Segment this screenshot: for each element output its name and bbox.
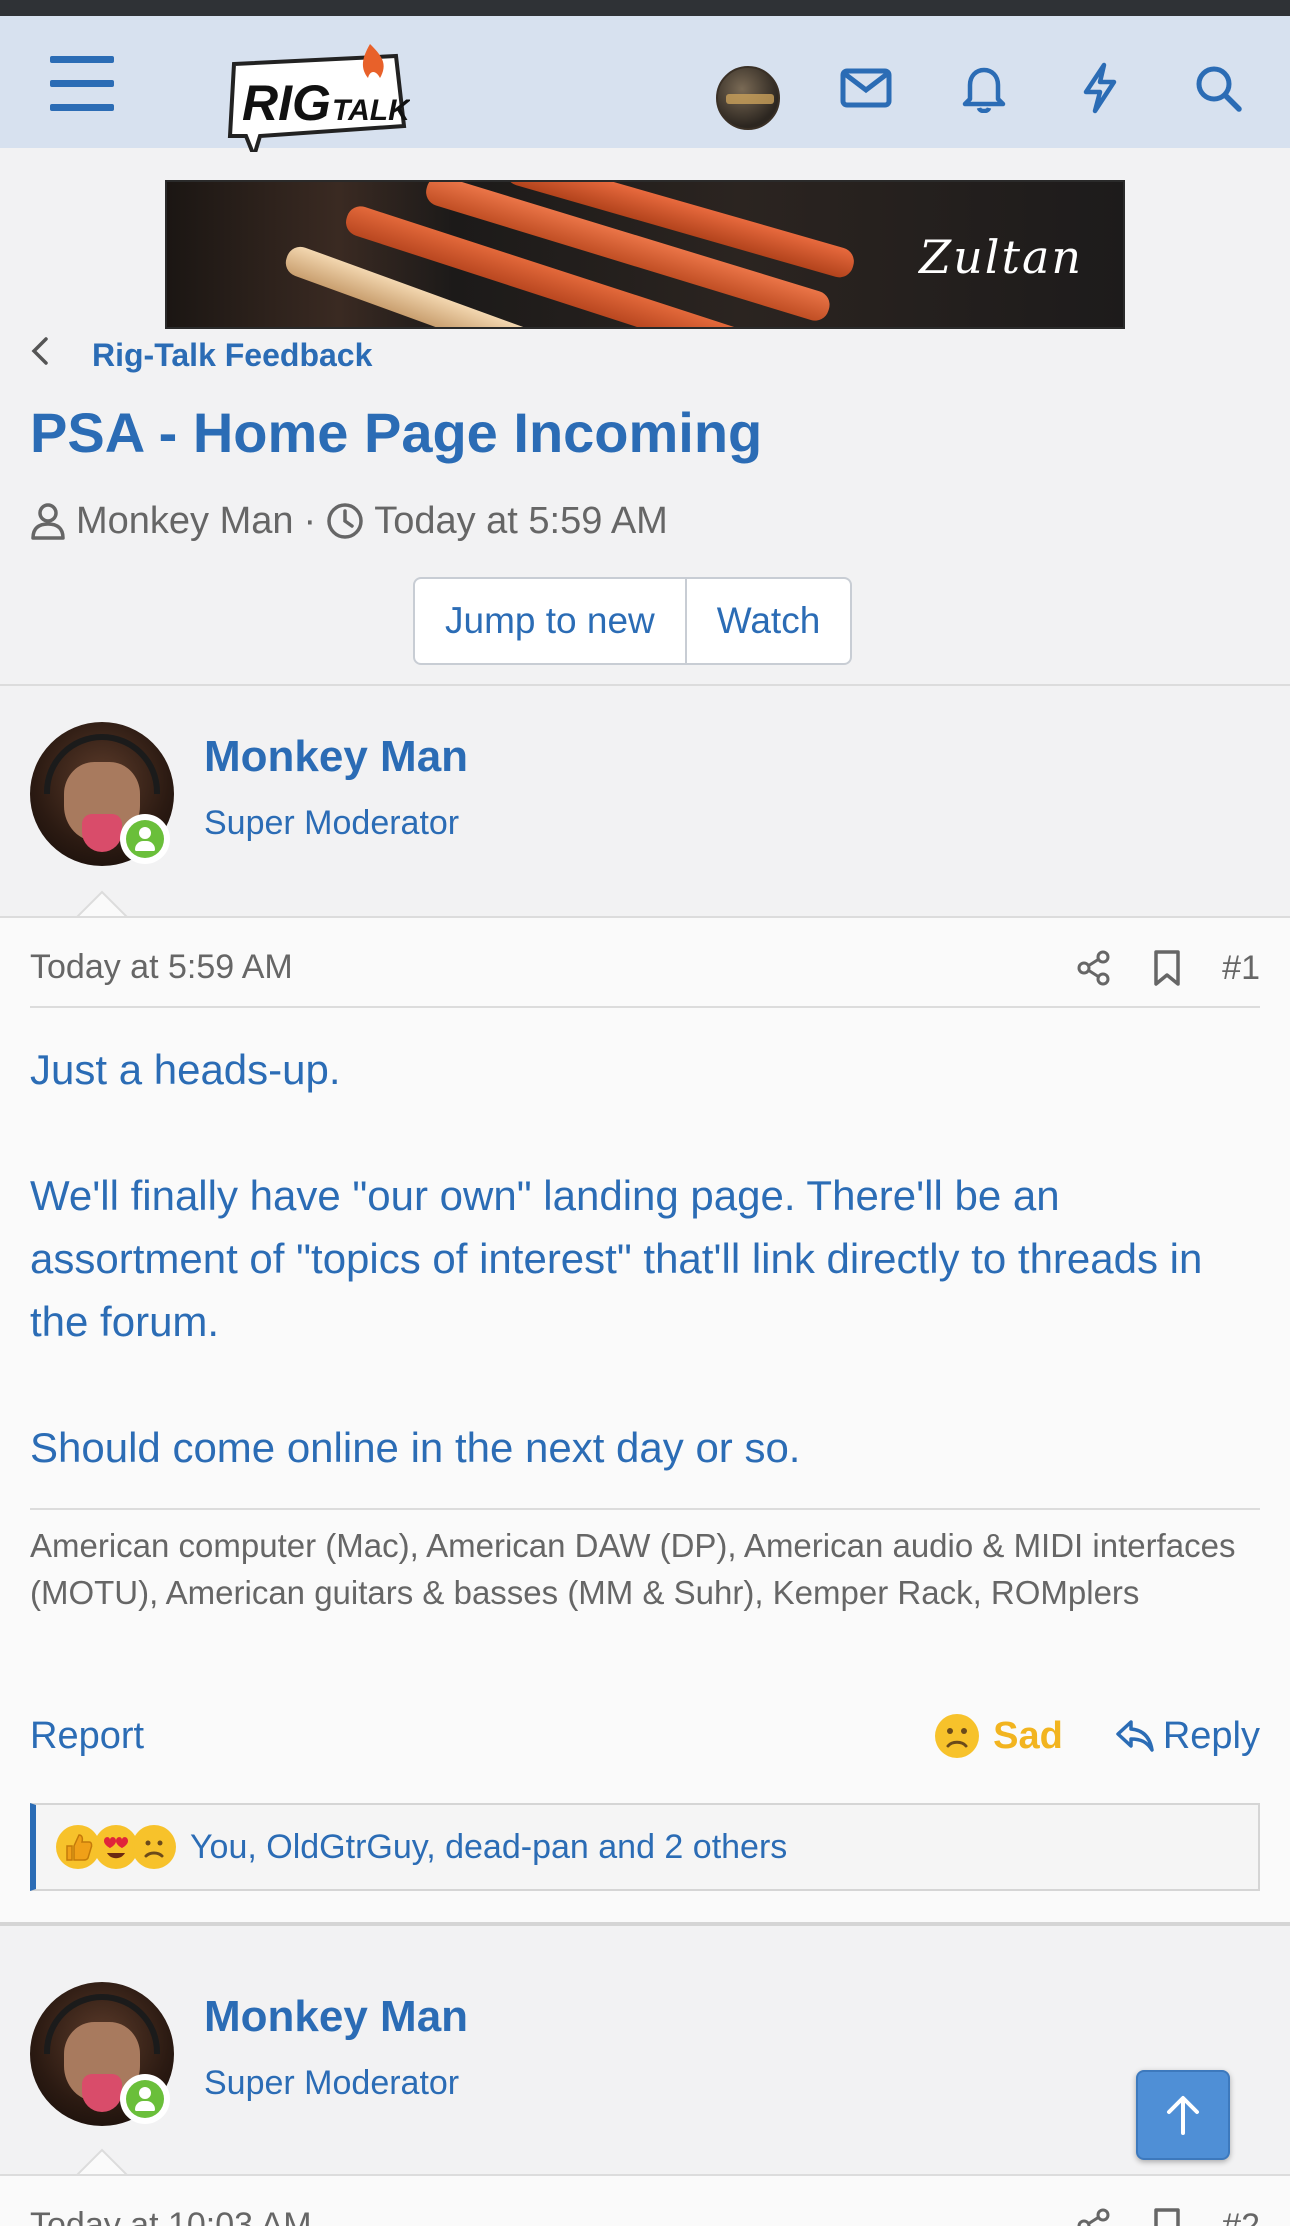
search-icon[interactable] [1190, 60, 1246, 116]
share-icon[interactable] [1076, 2208, 1112, 2226]
site-header: RIG TALK [0, 16, 1290, 163]
sad-face-icon [935, 1714, 980, 1758]
watch-button[interactable]: Watch [684, 579, 850, 663]
reply-label: Reply [1162, 1714, 1260, 1757]
breadcrumb[interactable]: Rig-Talk Feedback [30, 330, 372, 380]
thread-author[interactable]: Monkey Man [76, 500, 294, 543]
svg-text:TALK: TALK [332, 94, 410, 127]
post: Today at 10:03 AM #2 [0, 2174, 1290, 2226]
bolt-icon[interactable] [1072, 60, 1128, 116]
post-number[interactable]: #2 [1222, 2207, 1260, 2226]
bell-icon[interactable] [956, 60, 1012, 116]
reactions-bar[interactable]: You, OldGtrGuy, dead-pan and 2 others [30, 1803, 1260, 1891]
post-divider [0, 1922, 1290, 1926]
post-body: Just a heads-up. We'll finally have "our… [30, 1038, 1260, 1479]
post-paragraph: Just a heads-up. [30, 1046, 341, 1093]
reactions-text[interactable]: You, OldGtrGuy, dead-pan and 2 others [190, 1828, 787, 1867]
post-time[interactable]: Today at 5:59 AM [30, 948, 293, 987]
meta-separator: · [303, 499, 317, 542]
post-footer: Report Sad Reply [30, 1708, 1260, 1764]
arrow-up-icon [1167, 2096, 1199, 2135]
site-logo[interactable]: RIG TALK [220, 40, 412, 163]
menu-icon[interactable] [50, 56, 114, 112]
user-avatar[interactable] [716, 66, 780, 130]
post-notch [76, 2148, 128, 2176]
jump-to-new-button[interactable]: Jump to new [415, 579, 685, 663]
post-time[interactable]: Today at 10:03 AM [30, 2206, 312, 2226]
reply-icon [1116, 1720, 1154, 1752]
post-signature: American computer (Mac), American DAW (D… [30, 1527, 1236, 1611]
scroll-to-top-button[interactable] [1136, 2070, 1230, 2160]
online-status-icon [120, 2074, 170, 2124]
mail-icon[interactable] [838, 60, 894, 116]
thread-time[interactable]: Today at 5:59 AM [374, 500, 668, 543]
report-link[interactable]: Report [30, 1715, 144, 1758]
user-role: Super Moderator [204, 2064, 460, 2102]
ad-banner[interactable]: Zultan [165, 180, 1125, 329]
signature-rule [30, 1508, 1260, 1510]
bookmark-icon[interactable] [1152, 2207, 1182, 2226]
post-number[interactable]: #1 [1222, 949, 1260, 988]
post: Today at 5:59 AM #1 Just a heads-up. We'… [0, 916, 1290, 1922]
post-user-header: Monkey Man Super Moderator [0, 686, 1290, 902]
reply-button[interactable]: Reply [1115, 1715, 1260, 1758]
sad-face-small-icon [132, 1825, 176, 1869]
post-actions: #1 [1076, 942, 1260, 994]
user-role: Super Moderator [204, 804, 460, 842]
share-icon[interactable] [1076, 950, 1112, 986]
post-rule [30, 1006, 1260, 1008]
thread-title: PSA - Home Page Incoming [30, 401, 763, 464]
post-paragraph: We'll finally have "our own" landing pag… [30, 1172, 1203, 1345]
banner-brand: Zultan [919, 230, 1083, 284]
svg-text:RIG: RIG [242, 75, 331, 131]
post-username[interactable]: Monkey Man [204, 732, 468, 782]
post-notch [76, 890, 128, 918]
breadcrumb-link[interactable]: Rig-Talk Feedback [92, 337, 372, 374]
bookmark-icon[interactable] [1152, 949, 1182, 987]
reaction-button[interactable]: Sad [933, 1712, 1063, 1760]
post-paragraph: Should come online in the next day or so… [30, 1424, 801, 1471]
clock-icon [327, 503, 363, 539]
status-bar [0, 0, 1290, 16]
thread-button-group: Jump to new Watch [413, 577, 853, 665]
post-actions: #2 [1076, 2200, 1260, 2226]
thread-meta: Monkey Man · Today at 5:59 AM [30, 494, 668, 548]
post-username[interactable]: Monkey Man [204, 1992, 468, 2042]
reaction-label: Sad [993, 1714, 1063, 1757]
post-user-header: Monkey Man Super Moderator [0, 1946, 1290, 2162]
chevron-left-icon [30, 336, 60, 375]
online-status-icon [120, 814, 170, 864]
user-icon [31, 503, 65, 540]
